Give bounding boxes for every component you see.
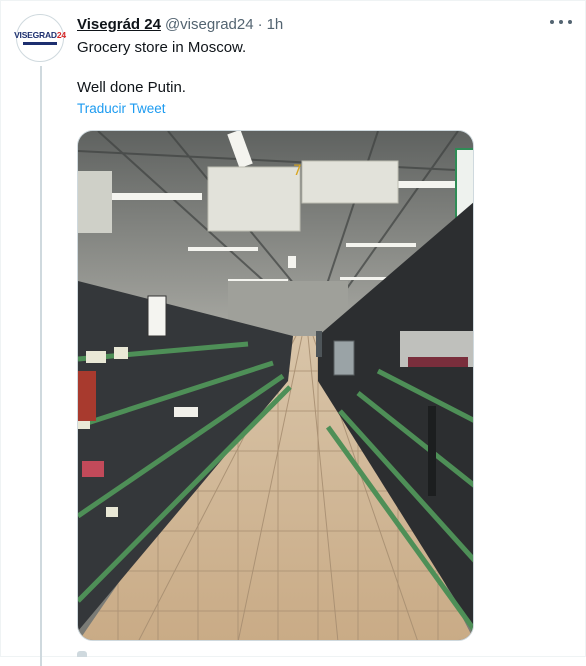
more-dot — [550, 20, 554, 24]
tweet-text: Grocery store in Moscow. Well done Putin… — [77, 38, 557, 98]
more-options-icon[interactable] — [550, 14, 572, 30]
timestamp[interactable]: 1h — [267, 16, 284, 33]
supermarket-aisle-image: 7 — [78, 131, 473, 640]
tweet-text-line: Well done Putin. — [77, 79, 186, 96]
thread-line — [40, 66, 42, 666]
aisle-marker: 7 — [293, 163, 302, 179]
tweet-text-line: Grocery store in Moscow. — [77, 39, 247, 56]
avatar-logo-text: VISEGRAD — [14, 30, 57, 41]
action-bar-edge — [77, 651, 87, 657]
separator-dot: · — [257, 16, 263, 33]
avatar-logo-number: 24 — [56, 30, 66, 41]
more-dot — [559, 20, 563, 24]
tweet-header: Visegrád 24 @visegrad24 · 1h — [77, 16, 283, 33]
avatar-logo: VISEGRAD24 — [14, 31, 66, 40]
avatar-logo-bar — [23, 41, 57, 45]
user-handle[interactable]: @visegrad24 — [165, 16, 254, 33]
display-name[interactable]: Visegrád 24 — [77, 16, 161, 33]
translate-tweet-link[interactable]: Traducir Tweet — [77, 101, 166, 116]
tweet-photo[interactable]: 7 — [77, 130, 474, 641]
avatar[interactable]: VISEGRAD24 — [14, 14, 66, 62]
more-dot — [568, 20, 572, 24]
